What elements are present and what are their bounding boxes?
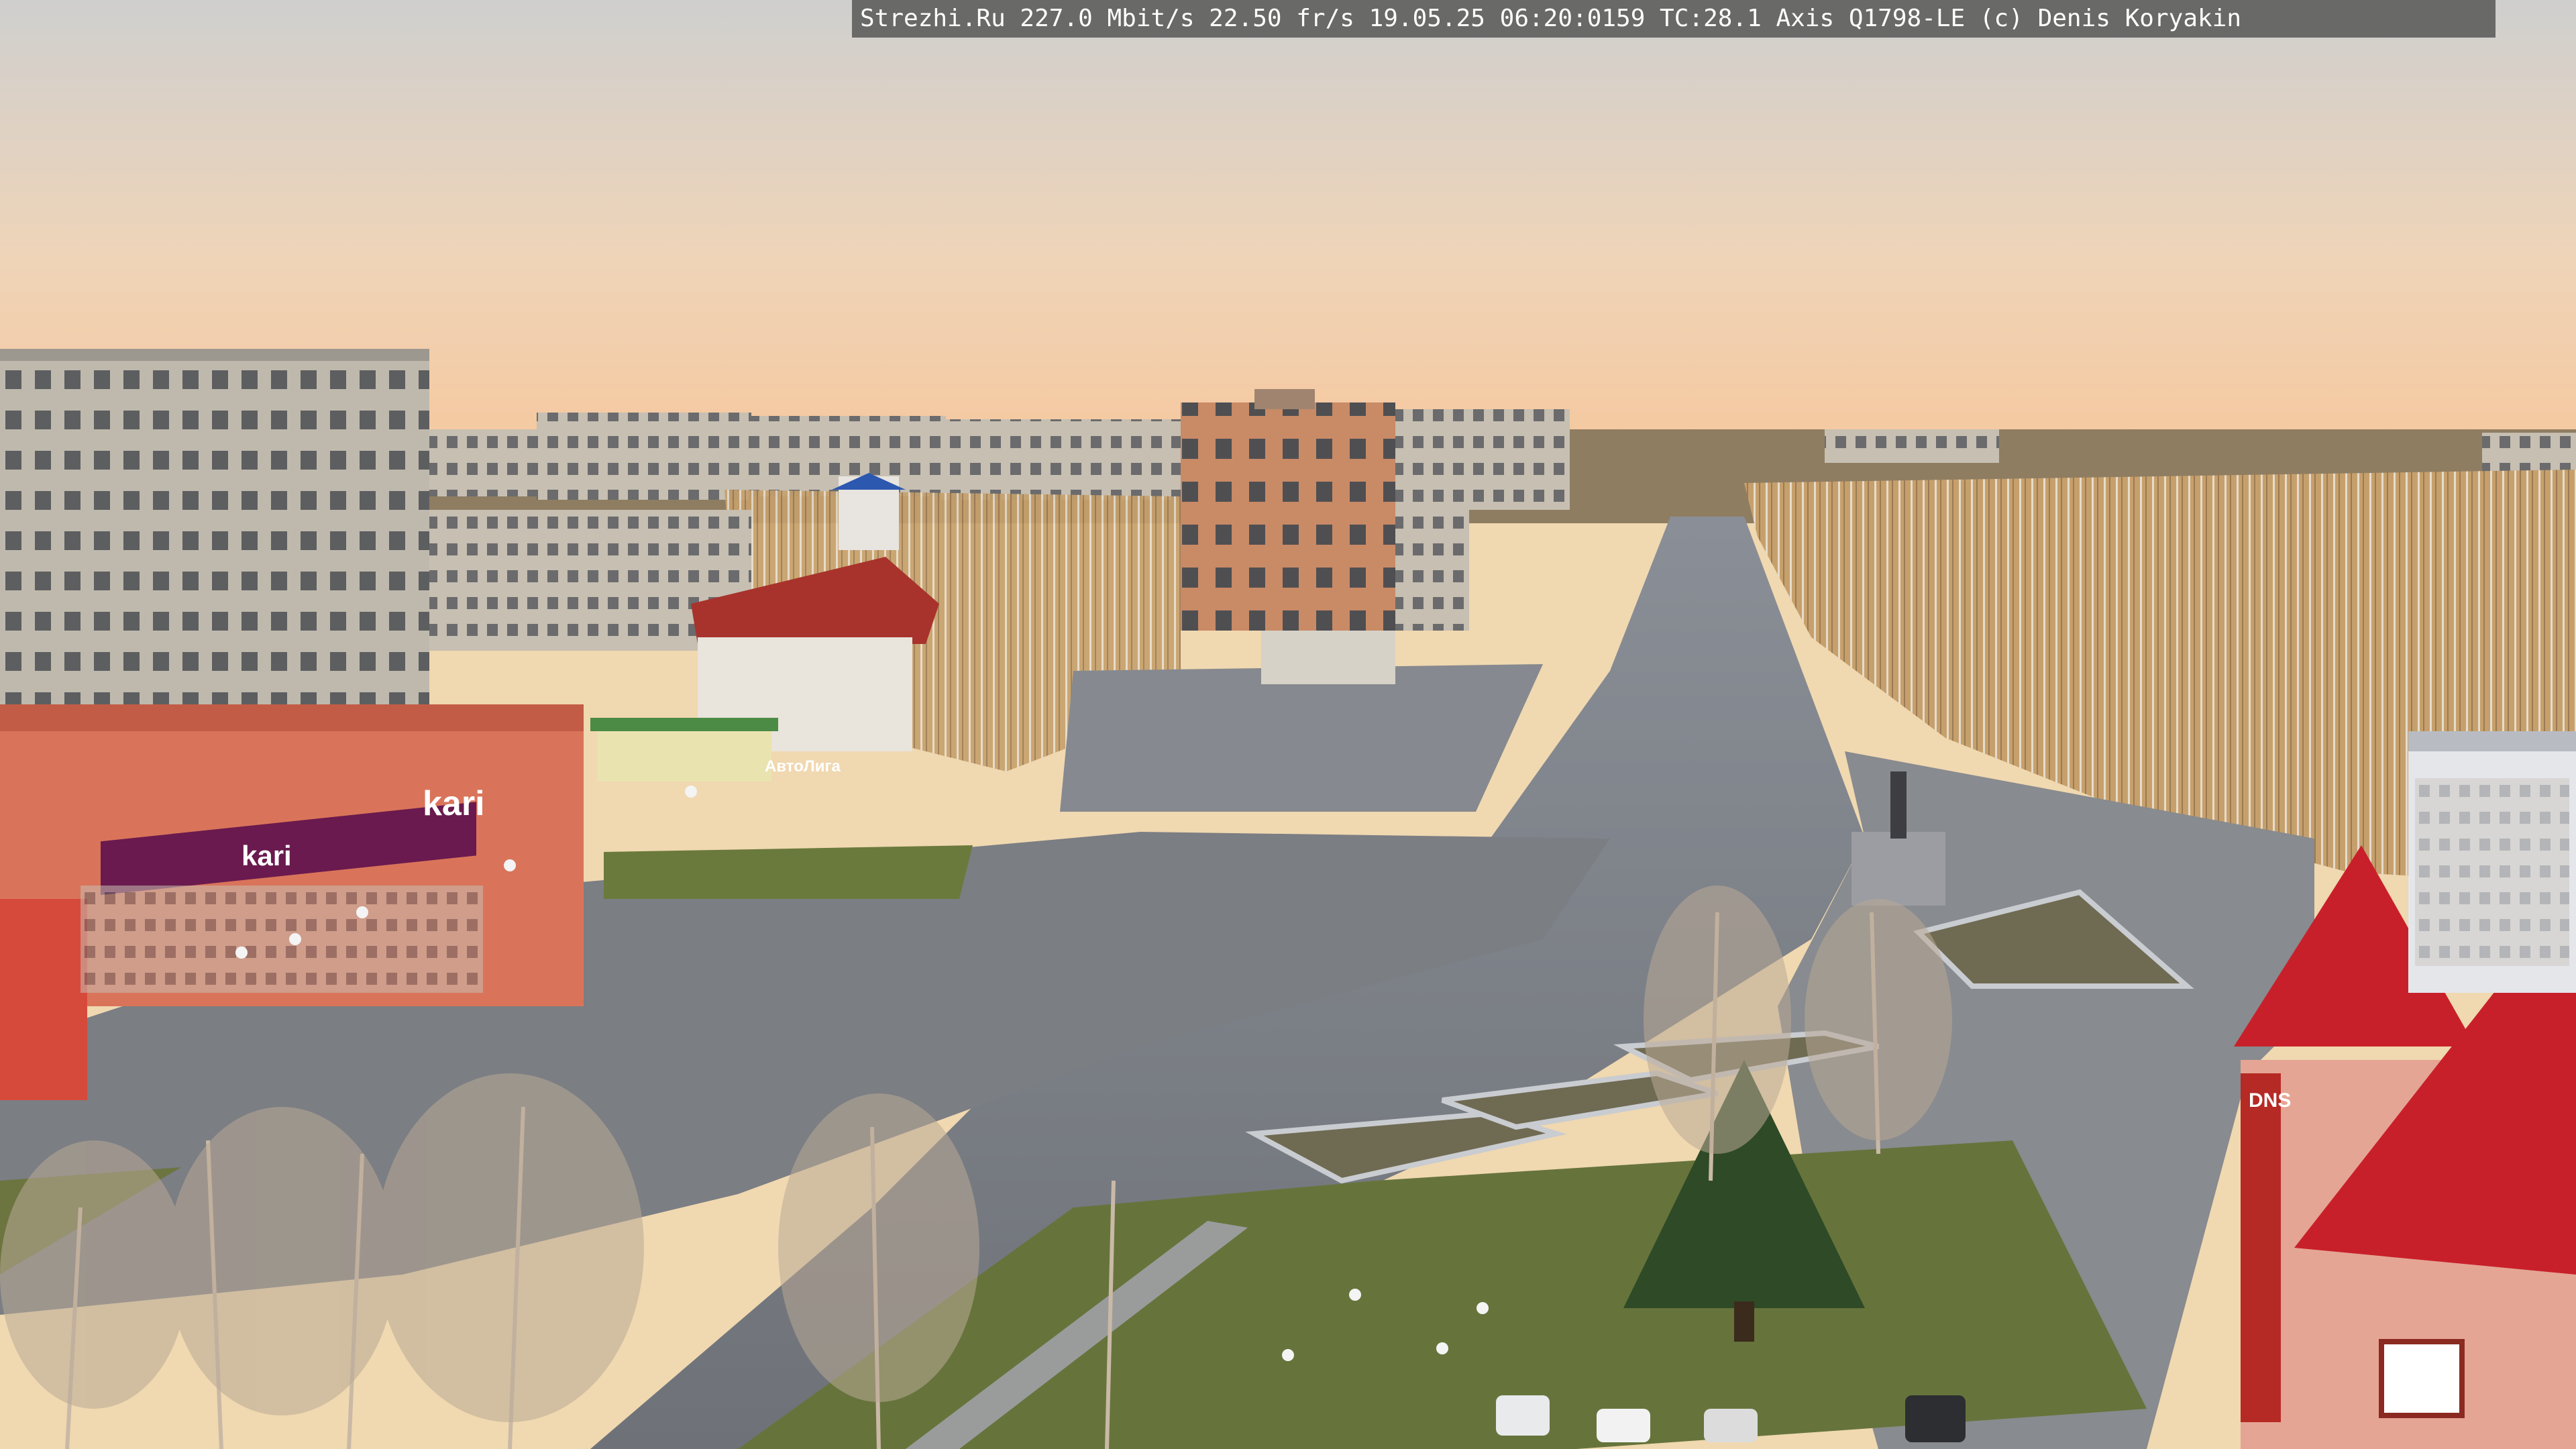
pavilion	[590, 718, 778, 782]
kari-sign-large: kari	[423, 784, 485, 823]
central-brick-building	[1181, 389, 1469, 631]
upper-lawn	[604, 845, 973, 899]
webcam-scene: kari kari АвтоЛига DNS	[0, 0, 2576, 1449]
upper-square	[1060, 664, 1543, 812]
autoliga-sign: АвтоЛига	[765, 757, 841, 775]
camera-info-overlay: Strezhi.Ru 227.0 Mbit/s 22.50 fr/s 19.05…	[852, 0, 2496, 38]
center-low-building	[1261, 631, 1395, 684]
right-white-building	[2408, 731, 2576, 993]
dns-sign: DNS	[2249, 1089, 2291, 1112]
kari-sign-small: kari	[241, 840, 292, 871]
